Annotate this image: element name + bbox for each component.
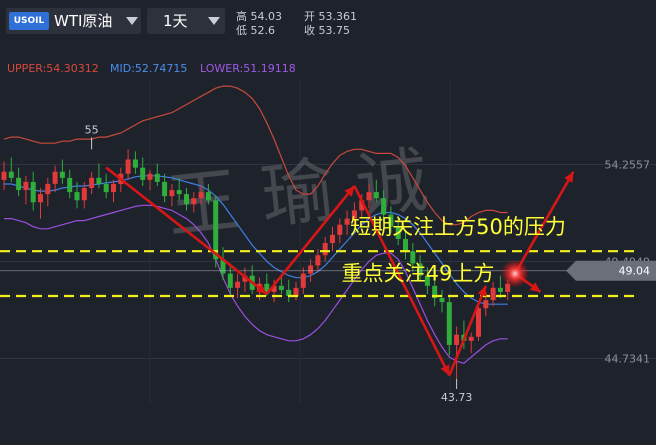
trough-label: 43.73: [441, 391, 473, 404]
candle-body: [96, 177, 102, 184]
candle-body: [322, 243, 328, 256]
candle-body: [169, 190, 175, 197]
candle-body: [162, 181, 168, 197]
candle-body: [52, 171, 58, 184]
candle-body: [330, 234, 335, 244]
highlight-glow: [501, 259, 529, 288]
candle-body: [23, 181, 29, 191]
candle-body: [227, 273, 233, 288]
y-tick-label: 54.2557: [605, 158, 651, 171]
candle-body: [300, 273, 306, 288]
candle-body: [8, 171, 14, 178]
candle-body: [381, 198, 387, 215]
candle-body: [205, 192, 211, 201]
candle-body: [67, 177, 73, 193]
candle-body: [308, 265, 314, 274]
candle-body: [59, 171, 65, 178]
candle-body: [446, 302, 452, 345]
candle-body: [89, 177, 95, 189]
chart-window: USOIL WTI原油 1天 高 54.03 低 52.6 开 53.361 收…: [0, 0, 656, 445]
candle-body: [439, 298, 445, 303]
candle-body: [293, 287, 299, 297]
candle-body: [497, 287, 503, 292]
peak-label: 55: [85, 123, 99, 136]
candle-body: [125, 159, 131, 174]
candle-body: [373, 192, 379, 199]
candle-body: [278, 285, 284, 290]
candle-body: [154, 173, 160, 182]
candle-body: [147, 173, 153, 180]
candle-body: [1, 171, 7, 180]
candle-body: [403, 238, 408, 252]
candle-body: [366, 192, 372, 201]
candle-body: [198, 192, 204, 199]
candle-body: [235, 281, 241, 288]
candle-body: [468, 336, 474, 341]
candle-body: [184, 194, 189, 205]
candle-body: [476, 308, 481, 337]
candle-body: [454, 334, 460, 345]
candle-body: [140, 167, 146, 180]
candle-body: [111, 183, 116, 193]
current-price-label: 49.04: [619, 265, 651, 278]
candle-body: [490, 287, 496, 301]
candle-body: [16, 177, 22, 191]
candle-body: [132, 159, 138, 168]
candle-body: [103, 183, 109, 193]
candle-body: [315, 255, 321, 266]
candle-body: [45, 183, 51, 195]
candlestick-chart: 王 瑜 诚 短期关注上方50的压力重点关注49上方 54.255749.4949…: [0, 78, 656, 404]
candle-body: [74, 192, 80, 201]
candle-body: [38, 194, 43, 203]
candle-body: [81, 188, 87, 201]
candle-body: [337, 224, 343, 235]
annotation-support: 重点关注49上方: [342, 262, 495, 286]
candle-body: [344, 218, 350, 225]
candle-body: [30, 181, 36, 203]
annotation-resistance: 短期关注上方50的压力: [350, 215, 566, 239]
forecast-down-arrow-head: [529, 282, 541, 292]
candle-body: [483, 300, 489, 309]
candle-body: [176, 190, 182, 195]
y-tick-label: 44.7341: [605, 352, 651, 365]
candle-body: [191, 198, 197, 205]
